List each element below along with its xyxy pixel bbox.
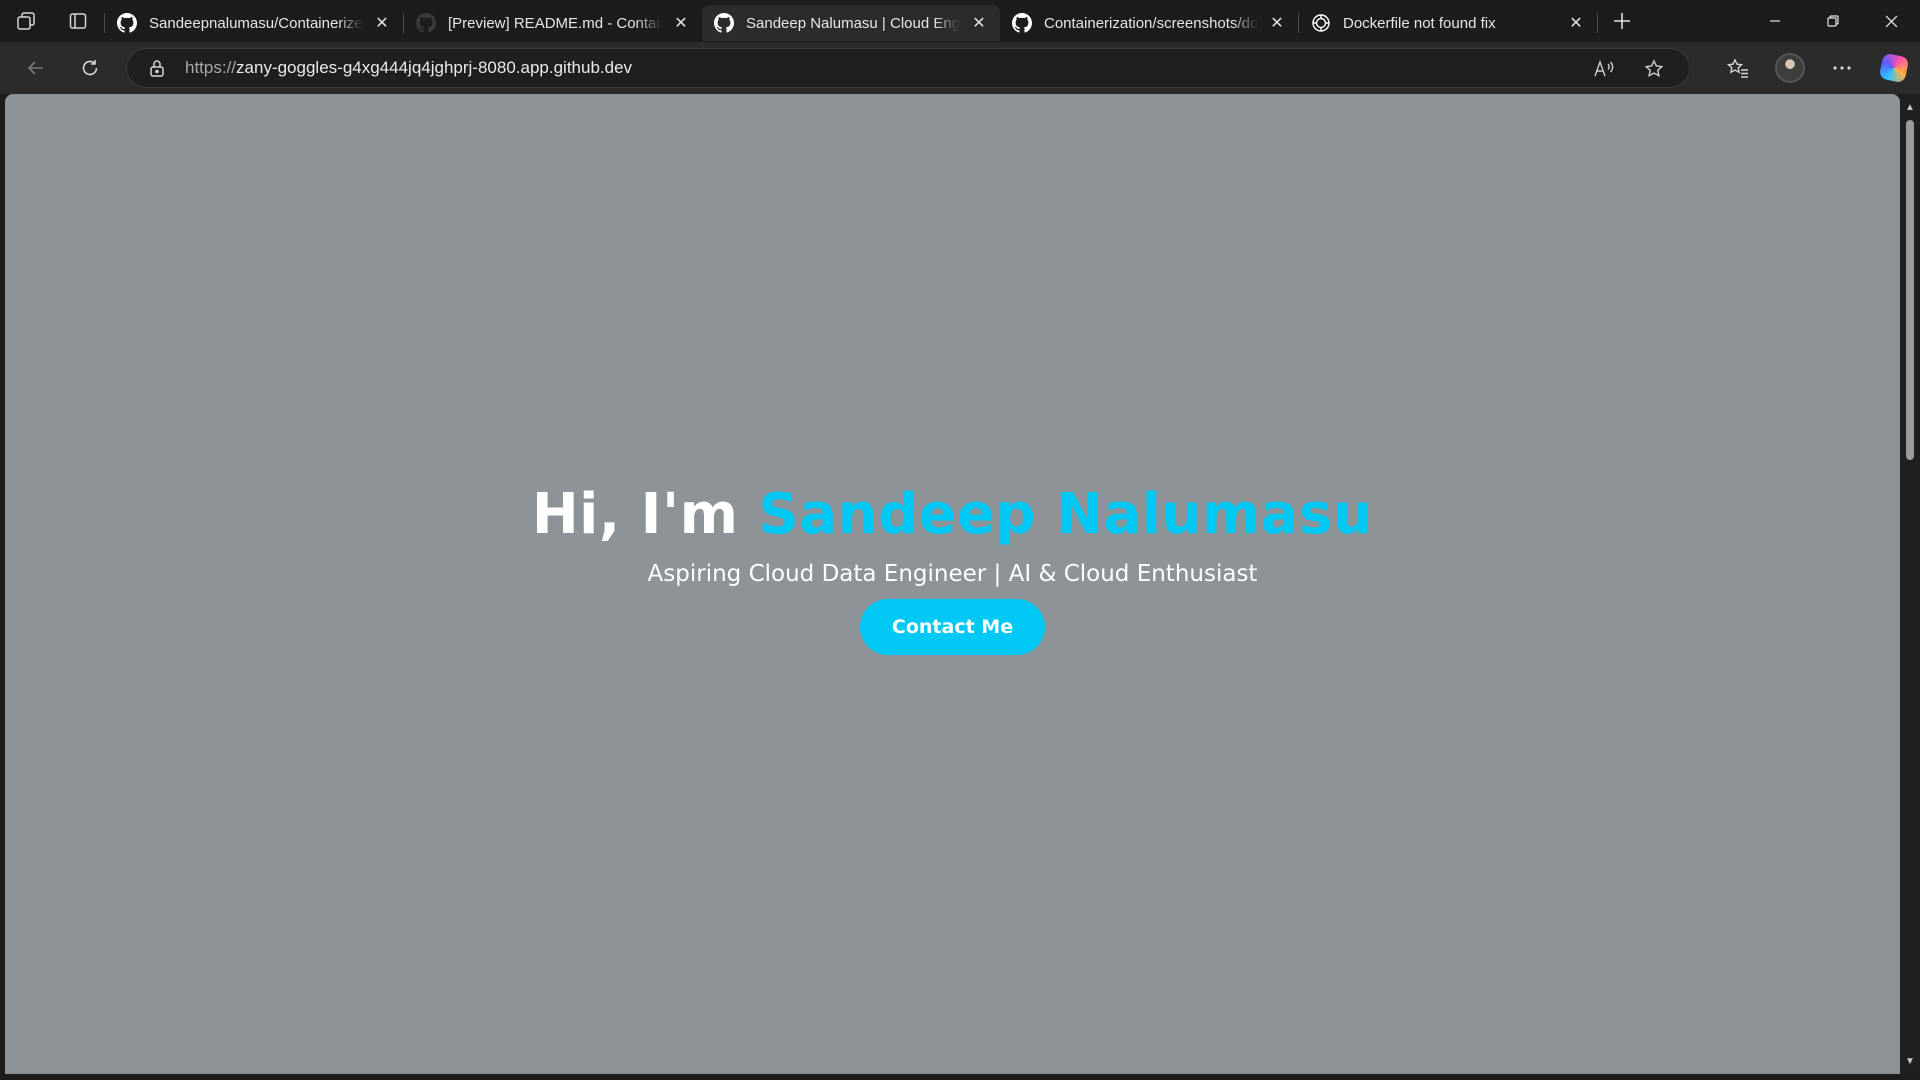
minimize-button[interactable] — [1746, 0, 1804, 42]
avatar — [1775, 53, 1805, 83]
tab-strip: Sandeepnalumasu/Containerize ✕ [Preview]… — [0, 0, 1920, 42]
more-options-icon[interactable] — [1816, 48, 1868, 88]
url-text[interactable]: https://zany-goggles-g4xg444jq4jghprj-80… — [185, 58, 632, 78]
tab-title: [Preview] README.md - Containerization — [448, 14, 662, 32]
close-tab-icon[interactable]: ✕ — [670, 12, 692, 34]
workspaces-icon[interactable] — [0, 0, 52, 42]
favorites-icon[interactable] — [1712, 48, 1764, 88]
tab-containerize-repo[interactable]: Sandeepnalumasu/Containerize ✕ — [105, 5, 403, 41]
browser-toolbar: https://zany-goggles-g4xg444jq4jghprj-80… — [0, 42, 1920, 94]
close-window-button[interactable] — [1862, 0, 1920, 42]
tab-title: Sandeep Nalumasu | Cloud Engineer — [746, 14, 960, 32]
tab-portfolio-active[interactable]: Sandeep Nalumasu | Cloud Engineer ✕ — [702, 5, 1000, 41]
contact-me-button[interactable]: Contact Me — [859, 599, 1046, 656]
window-controls — [1746, 0, 1920, 42]
hero-heading: Hi, I'm Sandeep Nalumasu — [531, 481, 1374, 547]
browser-window: Sandeepnalumasu/Containerize ✕ [Preview]… — [0, 0, 1920, 1080]
scroll-thumb[interactable] — [1906, 120, 1914, 460]
github-dim-icon — [416, 13, 436, 33]
favorite-star-icon[interactable] — [1629, 49, 1679, 89]
tab-title: Containerization/screenshots/docker — [1044, 14, 1258, 32]
profile-avatar[interactable] — [1764, 48, 1816, 88]
toolbar-right — [1712, 42, 1920, 94]
scroll-up-arrow-icon[interactable]: ▲ — [1900, 98, 1920, 116]
back-button[interactable] — [10, 48, 62, 88]
vertical-scrollbar[interactable]: ▲ ▼ — [1900, 94, 1920, 1074]
refresh-button[interactable] — [64, 48, 116, 88]
hero-name: Sandeep Nalumasu — [758, 481, 1374, 547]
close-tab-icon[interactable]: ✕ — [1266, 12, 1288, 34]
hero-subtitle: Aspiring Cloud Data Engineer | AI & Clou… — [647, 561, 1258, 588]
tab-readme-preview[interactable]: [Preview] README.md - Containerization ✕ — [404, 5, 702, 41]
read-aloud-icon[interactable] — [1579, 49, 1629, 89]
vertical-tabs-icon[interactable] — [52, 0, 104, 42]
hero-section: Hi, I'm Sandeep Nalumasu Aspiring Cloud … — [5, 94, 1900, 1074]
restore-button[interactable] — [1804, 0, 1862, 42]
chatgpt-icon — [1311, 13, 1331, 33]
window-bottom-edge — [0, 1074, 1920, 1080]
tab-title: Dockerfile not found fix — [1343, 14, 1496, 32]
url-host: zany-goggles-g4xg444jq4jghprj-8080.app.g… — [236, 58, 633, 77]
copilot-logo — [1878, 52, 1910, 84]
github-icon — [1012, 13, 1032, 33]
scroll-down-arrow-icon[interactable]: ▼ — [1900, 1052, 1920, 1070]
close-tab-icon[interactable]: ✕ — [968, 12, 990, 34]
close-tab-icon[interactable]: ✕ — [1565, 12, 1587, 34]
new-tab-button[interactable] — [1598, 3, 1646, 39]
address-bar[interactable]: https://zany-goggles-g4xg444jq4jghprj-80… — [126, 48, 1690, 88]
close-tab-icon[interactable]: ✕ — [371, 12, 393, 34]
address-bar-actions — [1579, 49, 1679, 89]
github-icon — [117, 13, 137, 33]
hero-greeting: Hi, I'm — [531, 481, 759, 547]
lock-icon[interactable] — [147, 58, 167, 78]
copilot-icon[interactable] — [1868, 48, 1920, 88]
tab-title: Sandeepnalumasu/Containerize — [149, 14, 363, 32]
page-viewport: Hi, I'm Sandeep Nalumasu Aspiring Cloud … — [5, 94, 1900, 1074]
github-icon — [714, 13, 734, 33]
tab-screenshots-folder[interactable]: Containerization/screenshots/docker ✕ — [1000, 5, 1298, 41]
tab-dockerfile-fix[interactable]: Dockerfile not found fix ✕ — [1299, 5, 1597, 41]
url-scheme: https:// — [185, 58, 237, 77]
